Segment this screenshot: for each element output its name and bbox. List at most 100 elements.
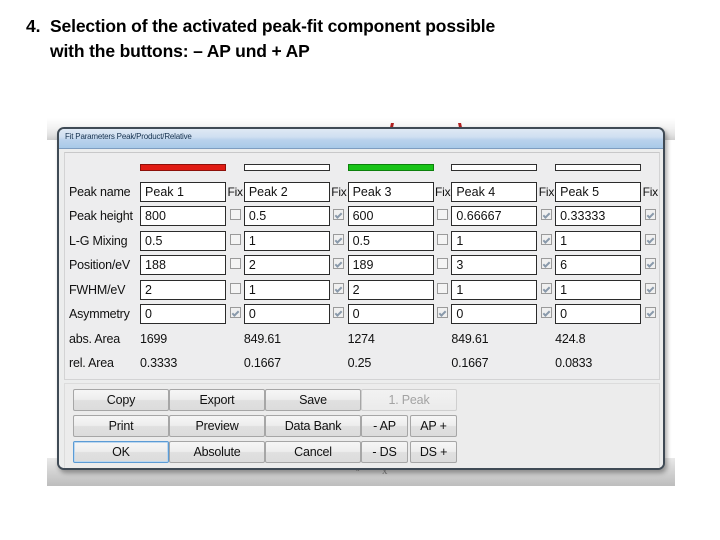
fix-checkbox-asymmetry-4[interactable] — [540, 307, 552, 319]
fix-checkbox-lg-mixing-4[interactable] — [540, 233, 552, 245]
ap-minus-button[interactable]: - AP — [361, 415, 408, 437]
fix-checkbox-fwhm-4[interactable] — [540, 282, 552, 294]
lg-mixing-field-5[interactable]: 1 — [555, 230, 642, 251]
fix-checkbox-peak-height-3[interactable] — [437, 209, 449, 221]
parameters-table: Peak name Peak 1 Fix Peak 2 Fix Peak 3 F… — [69, 155, 659, 376]
ds-minus-button[interactable]: - DS — [361, 441, 408, 463]
fix-checkbox-position-4[interactable] — [540, 258, 552, 270]
fix-checkbox-asymmetry-3[interactable] — [437, 307, 449, 319]
fix-header-1: Fix — [227, 184, 243, 199]
fix-checkbox-fwhm-2[interactable] — [333, 282, 345, 294]
fix-checkbox-peak-height-4[interactable] — [540, 209, 552, 221]
embedded-screenshot: ⁿ x Fit Parameters Peak/Product/Relative — [47, 118, 675, 486]
fix-checkbox-peak-height-1[interactable] — [229, 209, 241, 221]
cancel-button[interactable]: Cancel — [265, 441, 361, 463]
rel-area-value-5: 0.0833 — [555, 356, 593, 371]
peak-height-field-4[interactable]: 0.66667 — [451, 206, 538, 227]
fix-checkbox-fwhm-3[interactable] — [437, 282, 449, 294]
fix-checkbox-peak-height-5[interactable] — [644, 209, 656, 221]
fix-header-3: Fix — [434, 184, 451, 199]
page-title-number: 4. — [26, 16, 41, 36]
row-position: Position/eV 188 2 189 3 6 — [69, 253, 659, 278]
peak-name-field-4[interactable]: Peak 4 — [451, 181, 538, 202]
asymmetry-field-3[interactable]: 0 — [347, 304, 434, 325]
fix-checkbox-lg-mixing-1[interactable] — [229, 233, 241, 245]
fix-checkbox-peak-height-2[interactable] — [333, 209, 345, 221]
peak-height-field-3[interactable]: 600 — [347, 206, 434, 227]
position-field-3[interactable]: 189 — [347, 255, 434, 276]
peak-height-field-1[interactable]: 800 — [140, 206, 227, 227]
asymmetry-field-5[interactable]: 0 — [555, 304, 642, 325]
page-title: 4. Selection of the activated peak-fit co… — [26, 14, 698, 64]
fwhm-field-5[interactable]: 1 — [555, 279, 642, 300]
fix-checkbox-asymmetry-1[interactable] — [229, 307, 241, 319]
row-label-fwhm: FWHM/eV — [69, 282, 126, 297]
print-button[interactable]: Print — [73, 415, 169, 437]
fix-checkbox-lg-mixing-2[interactable] — [333, 233, 345, 245]
copy-button[interactable]: Copy — [73, 389, 169, 411]
position-field-4[interactable]: 3 — [451, 255, 538, 276]
position-field-1[interactable]: 188 — [140, 255, 227, 276]
row-abs-area: abs. Area 1699 849.61 1274 849.61 424.8 — [69, 327, 659, 352]
rel-area-value-1: 0.3333 — [140, 356, 178, 371]
fix-header-2: Fix — [331, 184, 347, 199]
lg-mixing-field-3[interactable]: 0.5 — [347, 230, 434, 251]
asymmetry-field-1[interactable]: 0 — [140, 304, 227, 325]
save-button[interactable]: Save — [265, 389, 361, 411]
parameters-panel: Peak name Peak 1 Fix Peak 2 Fix Peak 3 F… — [64, 152, 660, 380]
peak-name-field-1[interactable]: Peak 1 — [140, 181, 227, 202]
fix-checkbox-position-3[interactable] — [437, 258, 449, 270]
fix-checkbox-position-5[interactable] — [644, 258, 656, 270]
peak-color-swatch-2 — [243, 163, 330, 171]
fix-header-5: Fix — [642, 184, 659, 199]
peak-height-field-2[interactable]: 0.5 — [243, 206, 330, 227]
peak-color-swatch-1 — [140, 163, 227, 171]
row-label-lg-mixing: L-G Mixing — [69, 233, 128, 248]
fix-checkbox-fwhm-1[interactable] — [229, 282, 241, 294]
export-button[interactable]: Export — [169, 389, 265, 411]
fwhm-field-4[interactable]: 1 — [451, 279, 538, 300]
fix-checkbox-lg-mixing-5[interactable] — [644, 233, 656, 245]
fwhm-field-1[interactable]: 2 — [140, 279, 227, 300]
peak-name-field-2[interactable]: Peak 2 — [243, 181, 330, 202]
peak-name-field-3[interactable]: Peak 3 — [347, 181, 434, 202]
fix-checkbox-position-2[interactable] — [333, 258, 345, 270]
row-fwhm: FWHM/eV 2 1 2 1 1 — [69, 278, 659, 303]
fix-checkbox-lg-mixing-3[interactable] — [437, 233, 449, 245]
row-peak-name: Peak name Peak 1 Fix Peak 2 Fix Peak 3 F… — [69, 180, 659, 205]
lg-mixing-field-2[interactable]: 1 — [243, 230, 330, 251]
abs-area-value-5: 424.8 — [555, 331, 586, 346]
row-label-asymmetry: Asymmetry — [69, 307, 130, 322]
asymmetry-field-2[interactable]: 0 — [243, 304, 330, 325]
page-title-line2: with the buttons: – AP und + AP — [50, 41, 310, 61]
fix-checkbox-asymmetry-5[interactable] — [644, 307, 656, 319]
fwhm-field-3[interactable]: 2 — [347, 279, 434, 300]
ap-plus-button[interactable]: AP + — [410, 415, 457, 437]
data-bank-button[interactable]: Data Bank — [265, 415, 361, 437]
asymmetry-field-4[interactable]: 0 — [451, 304, 538, 325]
peak-color-swatch-4 — [451, 163, 538, 171]
peak-color-swatch-5 — [555, 163, 642, 171]
ds-plus-button[interactable]: DS + — [410, 441, 457, 463]
lg-mixing-field-1[interactable]: 0.5 — [140, 230, 227, 251]
fwhm-field-2[interactable]: 1 — [243, 279, 330, 300]
position-field-5[interactable]: 6 — [555, 255, 642, 276]
row-label-rel-area: rel. Area — [69, 356, 114, 371]
dialog-button-panel: Copy Export Save 1. Peak Print Preview D… — [64, 383, 660, 468]
abs-area-value-1: 1699 — [140, 331, 168, 346]
row-peak-height: Peak height 800 0.5 600 0.66667 0.33333 — [69, 204, 659, 229]
lg-mixing-field-4[interactable]: 1 — [451, 230, 538, 251]
dialog-titlebar[interactable]: Fit Parameters Peak/Product/Relative — [59, 129, 663, 149]
abs-area-value-2: 849.61 — [243, 331, 281, 346]
ok-button[interactable]: OK — [73, 441, 169, 463]
page-title-line1: Selection of the activated peak-fit comp… — [50, 16, 496, 36]
peak-name-field-5[interactable]: Peak 5 — [555, 181, 642, 202]
preview-button[interactable]: Preview — [169, 415, 265, 437]
fix-checkbox-position-1[interactable] — [229, 258, 241, 270]
fix-checkbox-fwhm-5[interactable] — [644, 282, 656, 294]
absolute-button[interactable]: Absolute — [169, 441, 265, 463]
fix-checkbox-asymmetry-2[interactable] — [333, 307, 345, 319]
position-field-2[interactable]: 2 — [243, 255, 330, 276]
peak-height-field-5[interactable]: 0.33333 — [555, 206, 642, 227]
row-lg-mixing: L-G Mixing 0.5 1 0.5 1 1 — [69, 229, 659, 254]
